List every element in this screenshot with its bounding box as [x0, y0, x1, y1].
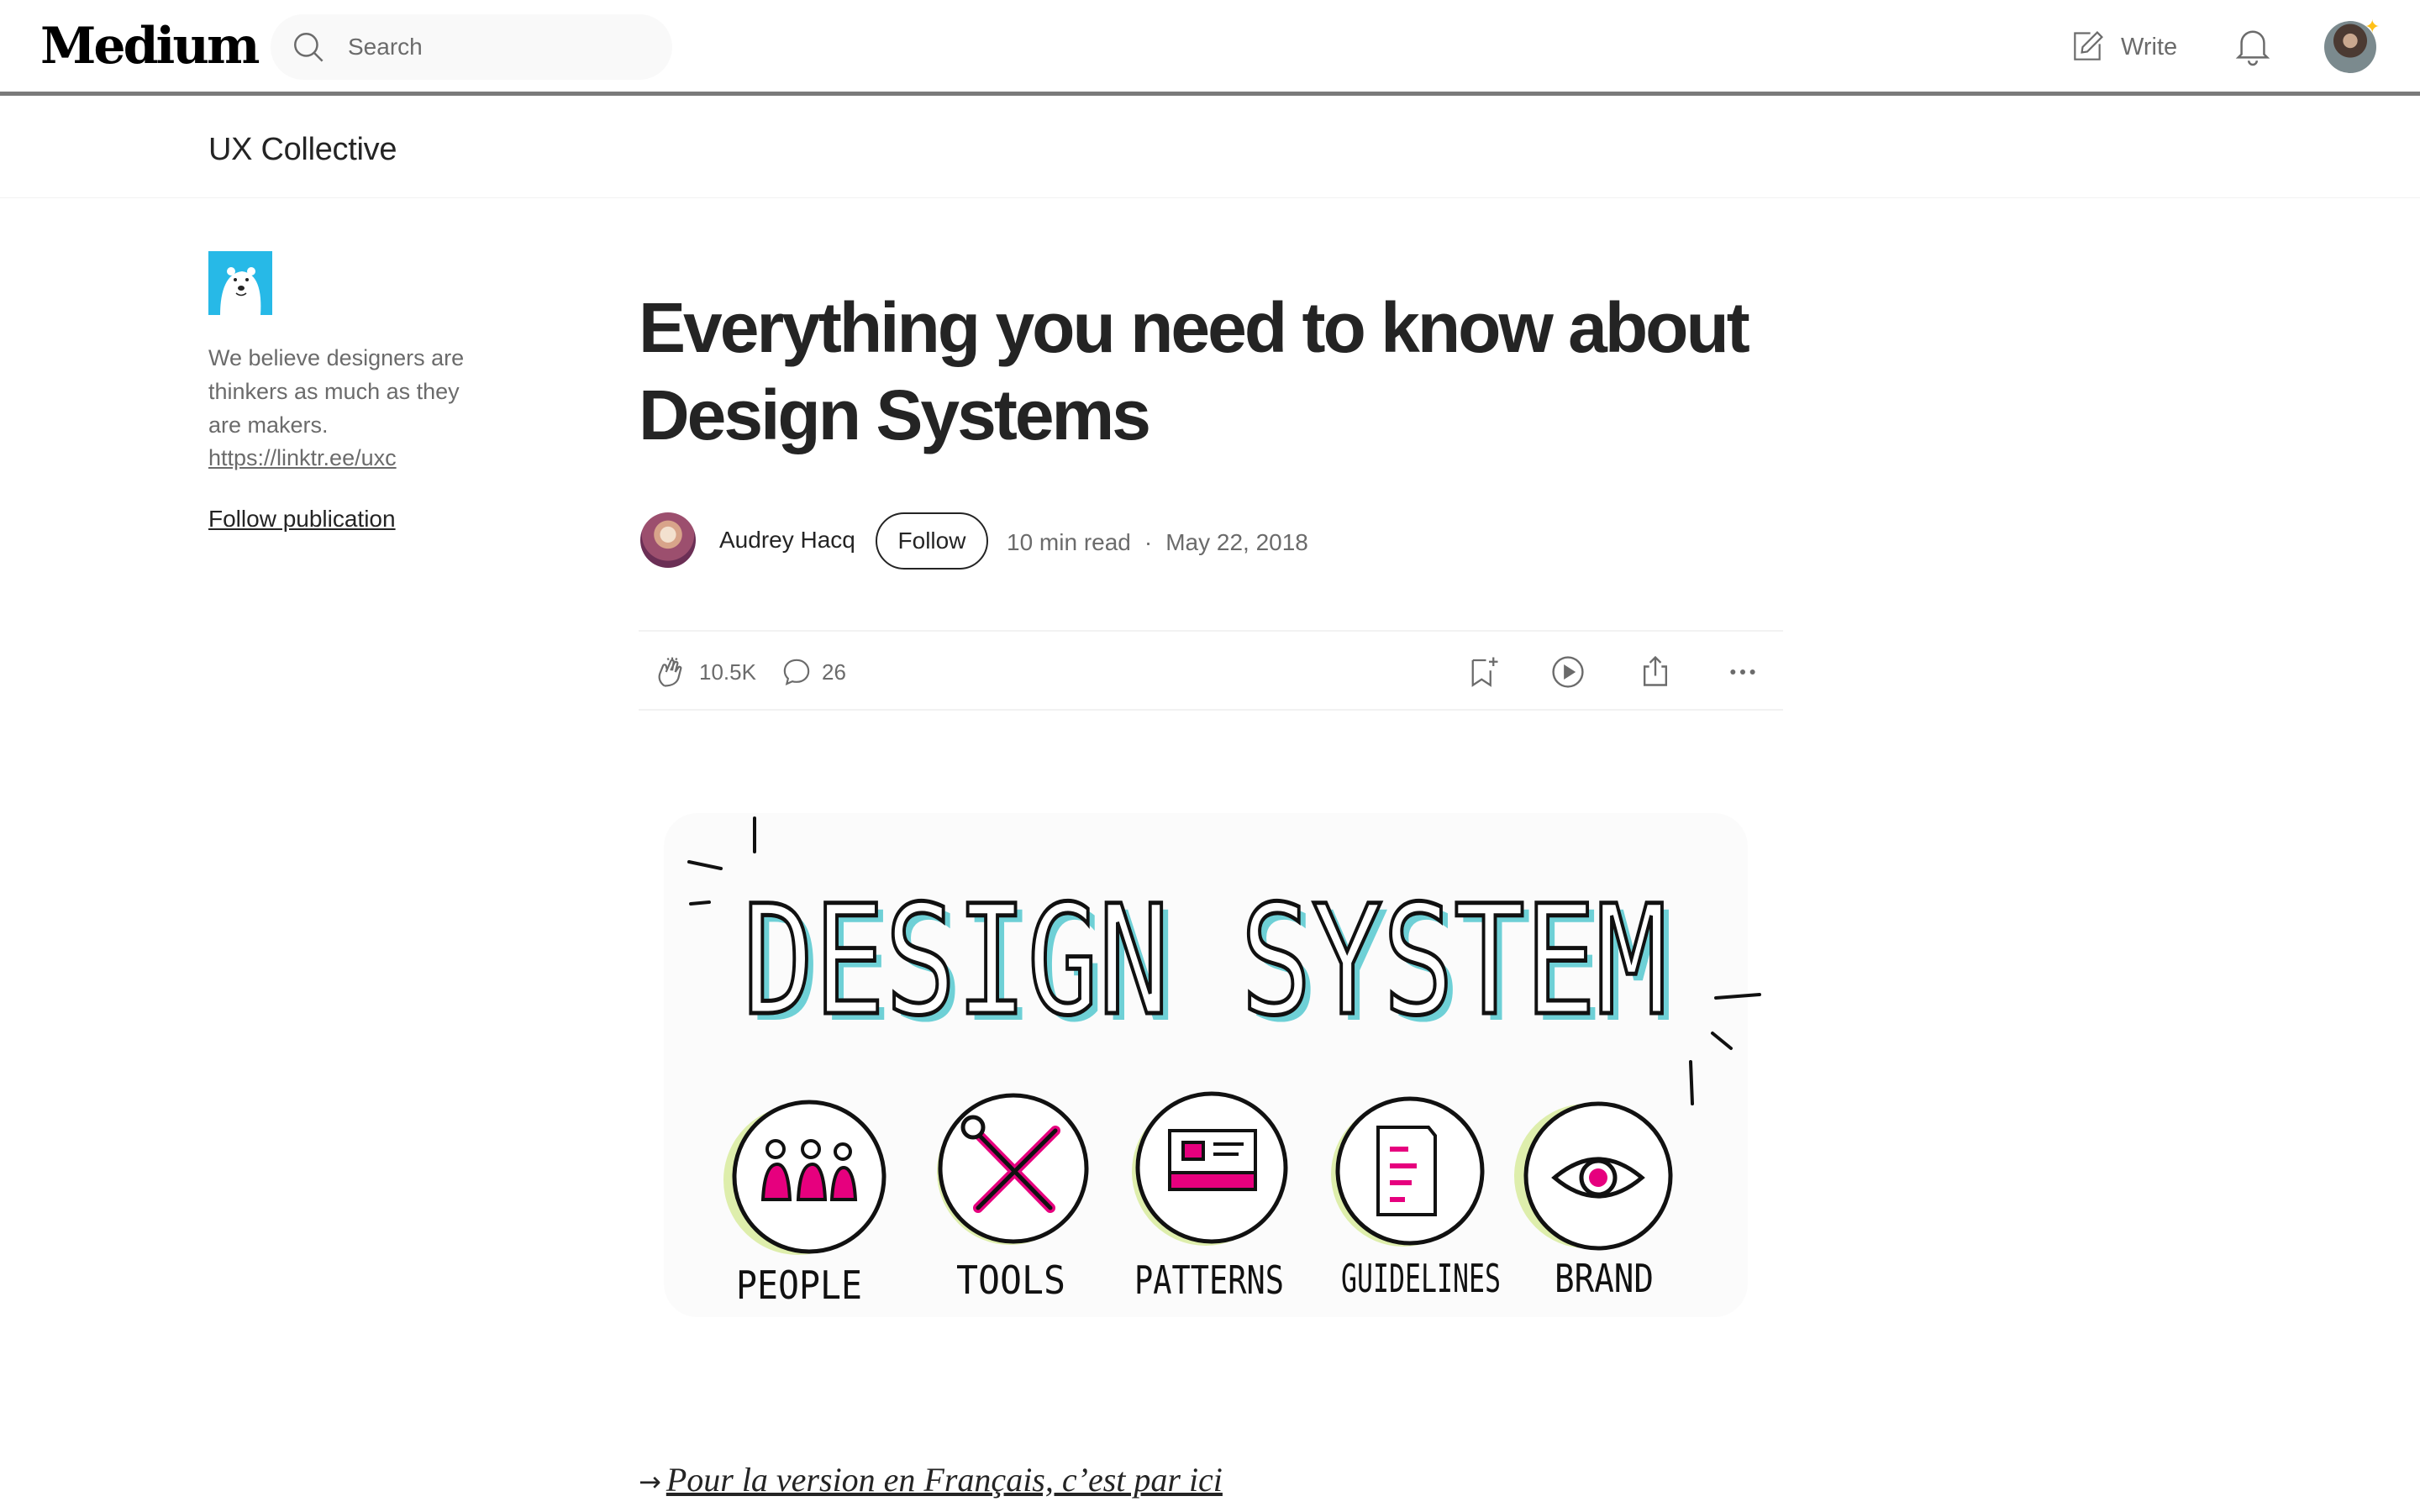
article-title: Everything you need to know about Design…	[639, 288, 1750, 454]
write-icon	[2074, 31, 2103, 60]
brand-badge	[1514, 1101, 1673, 1251]
french-version-link[interactable]: Pour la version en Français, c’est par i…	[666, 1461, 1223, 1499]
design-system-drawing: DESIGN SYSTEM DESIGN SYSTEM PEOPLE TOOLS…	[687, 816, 1761, 1308]
patterns-label: PATTERNS	[1134, 1257, 1284, 1303]
response-count: 26	[822, 659, 846, 685]
publication-logo[interactable]	[208, 251, 272, 315]
search-box[interactable]	[271, 14, 672, 80]
more-options-icon[interactable]	[1724, 655, 1761, 689]
notifications-bell-icon[interactable]	[2233, 25, 2272, 67]
french-version-line: → Pour la version en Français, c’est par …	[639, 1460, 1223, 1499]
medium-logo[interactable]: Medium	[40, 17, 260, 76]
publication-name[interactable]: UX Collective	[208, 132, 397, 168]
listen-play-icon[interactable]	[1549, 654, 1586, 690]
comment-icon	[783, 659, 810, 686]
publication-header: UX Collective	[0, 100, 2420, 198]
hero-heading: DESIGN SYSTEM	[743, 874, 1667, 1049]
follow-author-button[interactable]: Follow	[876, 512, 988, 570]
author-avatar[interactable]	[640, 512, 696, 568]
responses-button[interactable]: 26	[780, 655, 846, 689]
patterns-badge	[1132, 1091, 1288, 1246]
publish-date: May 22, 2018	[1165, 529, 1308, 555]
people-label: PEOPLE	[736, 1263, 862, 1308]
hero-illustration: DESIGN SYSTEM DESIGN SYSTEM PEOPLE TOOLS…	[639, 796, 1783, 1334]
guidelines-badge	[1331, 1096, 1485, 1247]
write-button[interactable]: Write	[2069, 27, 2177, 67]
clap-count: 10.5K	[699, 659, 756, 685]
article-action-bar: 10.5K 26	[639, 630, 1783, 711]
bookmark-add-icon[interactable]	[1465, 654, 1501, 690]
author-name[interactable]: Audrey Hacq	[719, 527, 855, 554]
tools-badge	[937, 1093, 1089, 1245]
clap-button[interactable]: 10.5K	[654, 654, 756, 690]
search-input[interactable]	[348, 14, 650, 80]
top-navigation-bar: Medium Write ✦	[0, 0, 2420, 96]
clap-icon	[658, 657, 682, 687]
search-icon	[294, 33, 324, 62]
membership-star-icon: ✦	[2365, 16, 2381, 37]
write-label: Write	[2121, 33, 2178, 60]
meta-separator: ·	[1144, 529, 1153, 555]
share-icon[interactable]	[1637, 652, 1674, 690]
read-time: 10 min read	[1007, 529, 1131, 555]
publication-description: We believe designers are thinkers as muc…	[208, 345, 465, 438]
arrow-right-icon: →	[639, 1466, 661, 1498]
polar-bear-icon	[220, 267, 261, 315]
guidelines-label: GUIDELINES	[1341, 1256, 1501, 1301]
tools-label: TOOLS	[956, 1257, 1065, 1303]
brand-label: BRAND	[1555, 1256, 1654, 1301]
follow-publication-link[interactable]: Follow publication	[208, 506, 396, 533]
people-badge	[723, 1100, 886, 1255]
article-meta: 10 min read · May 22, 2018	[1007, 529, 1308, 556]
publication-link[interactable]: https://linktr.ee/uxc	[208, 445, 397, 471]
